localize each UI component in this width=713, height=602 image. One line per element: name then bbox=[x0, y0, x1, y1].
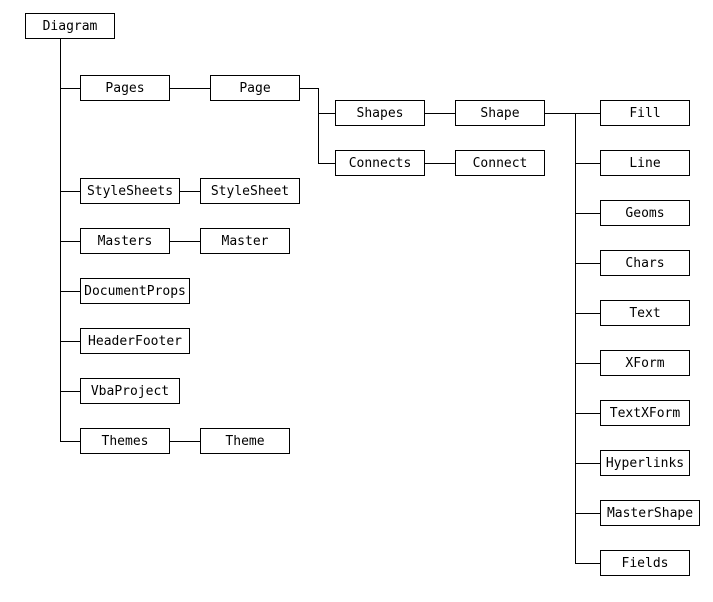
connector bbox=[170, 241, 200, 242]
node-themes: Themes bbox=[80, 428, 170, 454]
node-shape: Shape bbox=[455, 100, 545, 126]
node-masters: Masters bbox=[80, 228, 170, 254]
connector bbox=[425, 163, 455, 164]
connector bbox=[575, 563, 600, 564]
connector bbox=[575, 263, 600, 264]
node-headerfooter: HeaderFooter bbox=[80, 328, 190, 354]
node-stylesheet: StyleSheet bbox=[200, 178, 300, 204]
node-theme: Theme bbox=[200, 428, 290, 454]
connector bbox=[575, 313, 600, 314]
node-text: Text bbox=[600, 300, 690, 326]
connector bbox=[575, 213, 600, 214]
connector bbox=[180, 191, 200, 192]
connector bbox=[545, 113, 575, 114]
connector bbox=[60, 291, 80, 292]
connector bbox=[318, 113, 335, 114]
node-mastershape: MasterShape bbox=[600, 500, 700, 526]
node-textxform: TextXForm bbox=[600, 400, 690, 426]
connector bbox=[60, 341, 80, 342]
node-xform: XForm bbox=[600, 350, 690, 376]
connector bbox=[575, 163, 600, 164]
connector bbox=[425, 113, 455, 114]
node-connect: Connect bbox=[455, 150, 545, 176]
node-page: Page bbox=[210, 75, 300, 101]
node-documentprops: DocumentProps bbox=[80, 278, 190, 304]
connector bbox=[60, 191, 80, 192]
node-pages: Pages bbox=[80, 75, 170, 101]
node-hyperlinks: Hyperlinks bbox=[600, 450, 690, 476]
node-fields: Fields bbox=[600, 550, 690, 576]
connector bbox=[575, 513, 600, 514]
connector bbox=[60, 88, 80, 89]
node-connects: Connects bbox=[335, 150, 425, 176]
connector bbox=[575, 413, 600, 414]
connector bbox=[60, 441, 80, 442]
node-vbaproject: VbaProject bbox=[80, 378, 180, 404]
connector bbox=[60, 391, 80, 392]
node-geoms: Geoms bbox=[600, 200, 690, 226]
node-master: Master bbox=[200, 228, 290, 254]
node-line: Line bbox=[600, 150, 690, 176]
connector bbox=[300, 88, 318, 89]
connector bbox=[60, 39, 61, 441]
connector bbox=[170, 441, 200, 442]
connector bbox=[318, 88, 319, 164]
node-stylesheets: StyleSheets bbox=[80, 178, 180, 204]
node-fill: Fill bbox=[600, 100, 690, 126]
node-diagram: Diagram bbox=[25, 13, 115, 39]
connector bbox=[575, 113, 600, 114]
node-chars: Chars bbox=[600, 250, 690, 276]
connector bbox=[575, 463, 600, 464]
connector bbox=[318, 163, 335, 164]
node-shapes: Shapes bbox=[335, 100, 425, 126]
connector bbox=[575, 113, 576, 563]
connector bbox=[170, 88, 210, 89]
connector bbox=[575, 363, 600, 364]
connector bbox=[60, 241, 80, 242]
